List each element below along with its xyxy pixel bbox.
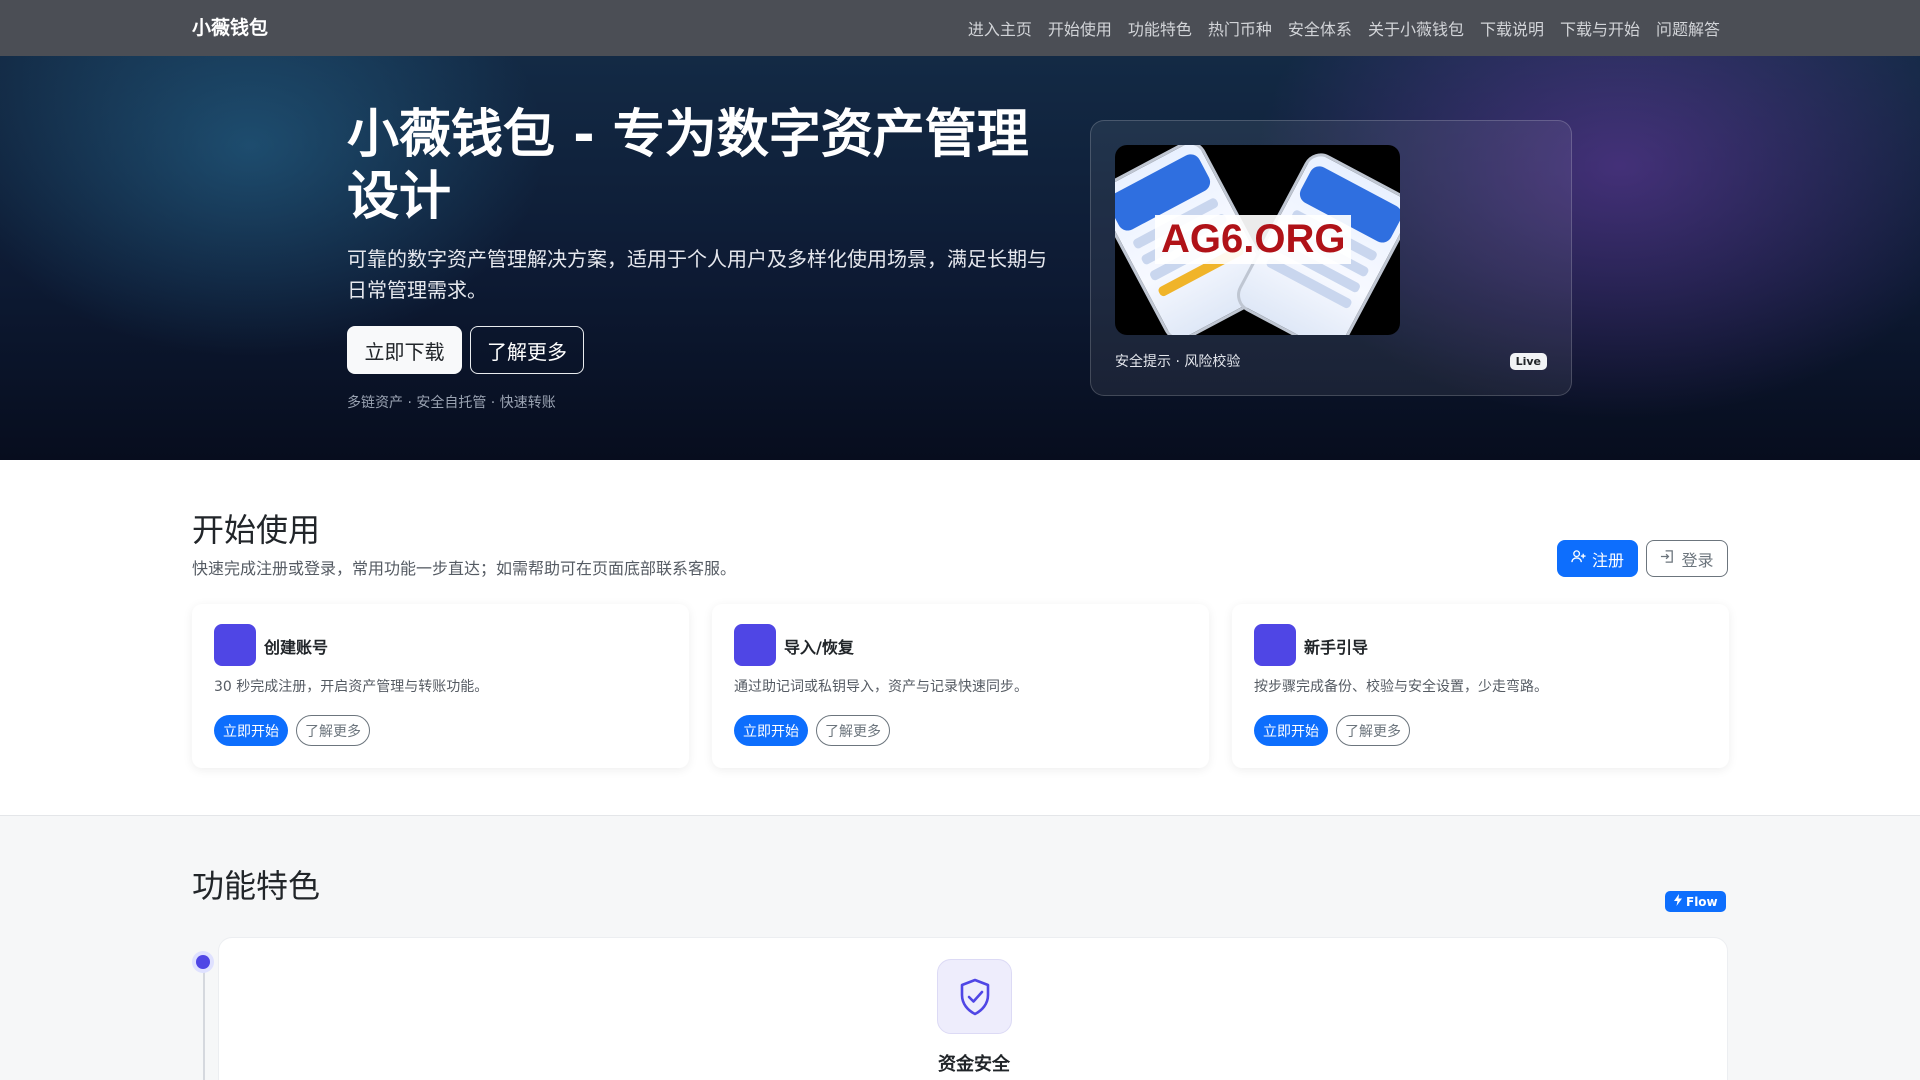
live-badge: Live — [1509, 353, 1547, 370]
step-card-import-restore: 导入/恢复 通过助记词或私钥导入，资产与记录快速同步。 立即开始 了解更多 — [712, 604, 1209, 768]
shield-check-icon — [937, 959, 1012, 1034]
flow-badge: Flow — [1665, 891, 1726, 912]
step-more-button[interactable]: 了解更多 — [1336, 715, 1410, 746]
login-label: 登录 — [1681, 550, 1714, 570]
hero-preview-card: AG6.ORG 安全提示 · 风险校验 Live — [1090, 120, 1572, 396]
hero-tags: 多链资产 · 安全自托管 · 快速转账 — [347, 395, 556, 411]
hero-title: 小薇钱包 - 专为数字资产管理设计 — [347, 105, 1029, 227]
login-button[interactable]: 登录 — [1646, 540, 1728, 577]
start-section-title: 开始使用 — [192, 511, 321, 549]
navbar: 小薇钱包 进入主页 开始使用 功能特色 热门币种 安全体系 关于小薇钱包 下载说… — [0, 0, 1920, 56]
step-desc: 30 秒完成注册，开启资产管理与转账功能。 — [214, 679, 489, 695]
import-restore-icon — [734, 624, 776, 666]
step-start-button[interactable]: 立即开始 — [214, 715, 288, 746]
user-add-icon — [1571, 549, 1586, 568]
nav-link-faq[interactable]: 问题解答 — [1648, 16, 1728, 40]
step-desc: 通过助记词或私钥导入，资产与记录快速同步。 — [734, 679, 1028, 695]
download-button[interactable]: 立即下载 — [347, 326, 462, 374]
step-start-button[interactable]: 立即开始 — [1254, 715, 1328, 746]
nav-link-features[interactable]: 功能特色 — [1120, 16, 1200, 40]
nav-link-download-guide[interactable]: 下载说明 — [1472, 16, 1552, 40]
brand-logo[interactable]: 小薇钱包 — [192, 0, 268, 56]
timeline-dot — [192, 951, 214, 973]
timeline-line — [203, 968, 205, 1080]
nav-link-get-started[interactable]: 开始使用 — [1040, 16, 1120, 40]
learn-more-button[interactable]: 了解更多 — [470, 326, 584, 374]
card-caption: 安全提示 · 风险校验 — [1115, 354, 1241, 370]
feature-name: 资金安全 — [938, 1054, 1010, 1075]
create-account-icon — [214, 624, 256, 666]
promo-image[interactable]: AG6.ORG — [1115, 145, 1400, 335]
step-start-button[interactable]: 立即开始 — [734, 715, 808, 746]
hero-section: 小薇钱包 - 专为数字资产管理设计 可靠的数字资产管理解决方案，适用于个人用户及… — [0, 56, 1920, 460]
nav-link-home[interactable]: 进入主页 — [960, 16, 1040, 40]
login-icon — [1660, 549, 1675, 568]
hero-subtitle: 可靠的数字资产管理解决方案，适用于个人用户及多样化使用场景，满足长期与日常管理需… — [347, 247, 1047, 302]
nav-link-security[interactable]: 安全体系 — [1280, 16, 1360, 40]
lightning-icon — [1673, 894, 1683, 909]
step-desc: 按步骤完成备份、校验与安全设置，少走弯路。 — [1254, 679, 1548, 695]
nav-link-popular-coins[interactable]: 热门币种 — [1200, 16, 1280, 40]
features-title: 功能特色 — [192, 867, 321, 905]
flow-badge-label: Flow — [1686, 894, 1718, 909]
promo-watermark-text: AG6.ORG — [1155, 215, 1352, 264]
start-section-subtitle: 快速完成注册或登录，常用功能一步直达；如需帮助可在页面底部联系客服。 — [192, 559, 737, 578]
register-label: 注册 — [1591, 550, 1624, 570]
nav-link-download-start[interactable]: 下载与开始 — [1552, 16, 1648, 40]
step-card-create-account: 创建账号 30 秒完成注册，开启资产管理与转账功能。 立即开始 了解更多 — [192, 604, 689, 768]
step-card-beginner-guide: 新手引导 按步骤完成备份、校验与安全设置，少走弯路。 立即开始 了解更多 — [1232, 604, 1729, 768]
nav-link-about[interactable]: 关于小薇钱包 — [1360, 16, 1472, 40]
step-more-button[interactable]: 了解更多 — [296, 715, 370, 746]
step-title: 导入/恢复 — [784, 638, 854, 657]
step-title: 创建账号 — [264, 638, 329, 657]
step-more-button[interactable]: 了解更多 — [816, 715, 890, 746]
register-button[interactable]: 注册 — [1557, 540, 1638, 577]
beginner-guide-icon — [1254, 624, 1296, 666]
nav-links: 进入主页 开始使用 功能特色 热门币种 安全体系 关于小薇钱包 下载说明 下载与… — [960, 0, 1728, 56]
step-title: 新手引导 — [1304, 638, 1369, 657]
feature-card-fund-security: 资金安全 — [218, 937, 1728, 1080]
features-section: 功能特色 Flow 资金安全 — [0, 815, 1920, 1080]
